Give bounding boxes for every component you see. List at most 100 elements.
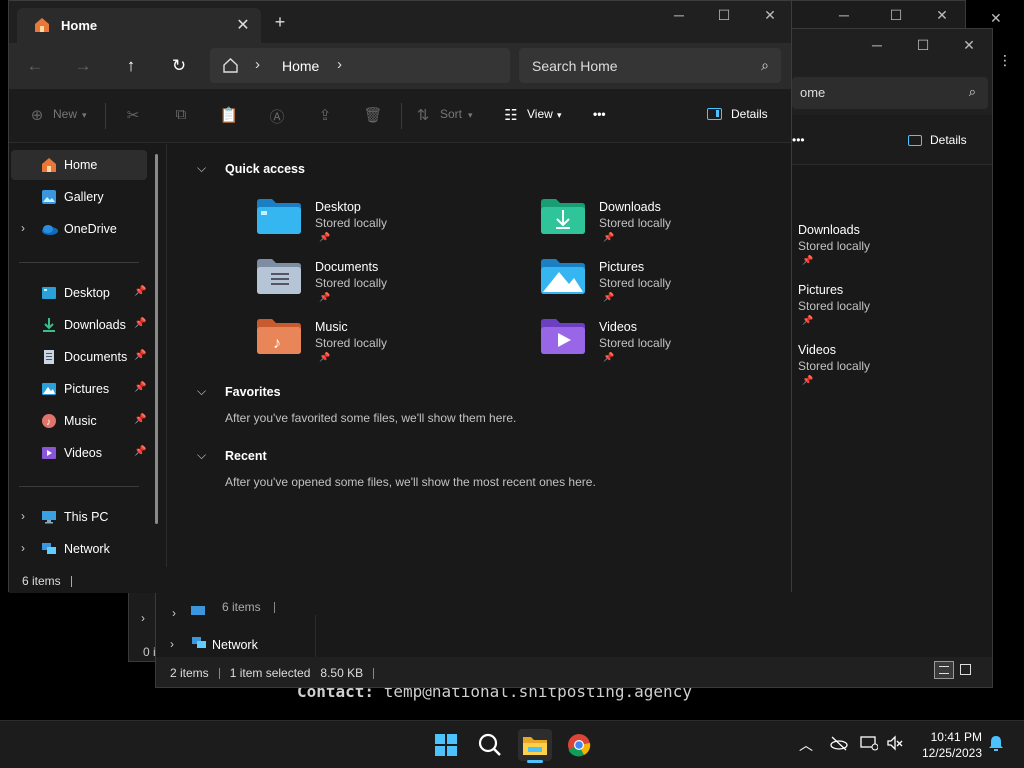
search-input[interactable]: Search Home ⌕ xyxy=(519,48,781,83)
minimize-button[interactable]: ─ xyxy=(821,1,867,29)
pin-icon[interactable]: 📌 xyxy=(134,382,146,393)
collapse-chevron-icon[interactable]: ⌵ xyxy=(197,448,206,463)
expand-chevron[interactable]: › xyxy=(170,637,174,651)
tab-close-icon[interactable]: ✕ xyxy=(233,15,253,35)
kebab-menu-icon[interactable]: ⋮ xyxy=(998,52,1012,69)
sort-button[interactable]: Sort xyxy=(440,107,462,121)
back-arrow-icon[interactable]: ← xyxy=(21,52,49,80)
sidebar-item-pictures[interactable]: Pictures 📌 xyxy=(11,374,147,404)
tab-home[interactable]: Home ✕ xyxy=(17,8,261,43)
search-button[interactable] xyxy=(473,729,507,761)
more-button[interactable]: ••• xyxy=(792,133,805,147)
close-button[interactable]: ✕ xyxy=(919,1,965,29)
sidebar-item-desktop[interactable]: Desktop 📌 xyxy=(11,278,147,308)
close-button[interactable]: ✕ xyxy=(946,31,992,59)
share-icon[interactable]: ⇪ xyxy=(315,106,335,124)
details-button[interactable]: Details xyxy=(908,133,967,147)
tiles-view-button[interactable] xyxy=(956,661,976,679)
network-icon xyxy=(192,637,206,649)
quick-access-item-music[interactable]: ♪ Music Stored locally 📌 xyxy=(257,318,497,370)
show-hidden-icons-chevron[interactable]: ︿ xyxy=(799,735,813,755)
sidebar-scrollbar[interactable] xyxy=(155,154,158,524)
address-bar[interactable]: › Home › xyxy=(210,48,510,83)
cut-icon[interactable]: ✂ xyxy=(123,106,143,124)
far-window-close-icon[interactable]: ✕ xyxy=(990,10,1002,27)
expand-chevron[interactable]: › xyxy=(141,611,145,625)
quick-access-item-downloads[interactable]: Downloads Stored locally 📌 xyxy=(541,198,781,250)
expand-chevron-icon[interactable]: › xyxy=(21,541,25,555)
sidebar-item-network[interactable]: › Network xyxy=(11,534,147,564)
item-name[interactable]: Downloads xyxy=(798,223,860,237)
status-selected: 1 item selected xyxy=(229,666,311,680)
details-button[interactable]: Details xyxy=(731,107,768,121)
refresh-icon[interactable]: ↻ xyxy=(165,52,193,80)
sidebar-item-downloads[interactable]: Downloads 📌 xyxy=(11,310,147,340)
breadcrumb-chevron-icon[interactable]: › xyxy=(255,56,260,73)
expand-chevron-icon[interactable]: › xyxy=(21,221,25,235)
expand-chevron[interactable]: › xyxy=(172,606,176,620)
status-size: 8.50 KB xyxy=(320,666,364,680)
pin-icon[interactable]: 📌 xyxy=(134,286,146,297)
pictures-folder-icon xyxy=(541,258,585,294)
copy-icon[interactable]: ⧉ xyxy=(171,106,191,123)
onedrive-offline-icon[interactable] xyxy=(829,735,849,754)
breadcrumb-chevron-icon[interactable]: › xyxy=(337,56,342,73)
recent-empty-message: After you've opened some files, we'll sh… xyxy=(225,475,596,489)
status-item-count: 6 items xyxy=(22,574,61,588)
collapse-chevron-icon[interactable]: ⌵ xyxy=(197,384,206,399)
up-arrow-icon[interactable]: ↑ xyxy=(117,52,145,80)
sidebar-item-network[interactable]: Network xyxy=(212,638,258,652)
delete-icon[interactable]: 🗑 xyxy=(363,106,383,124)
sidebar-item-music[interactable]: ♪ Music 📌 xyxy=(11,406,147,436)
pin-icon: 📌 xyxy=(603,352,615,362)
minimize-button[interactable]: ─ xyxy=(656,1,702,29)
minimize-button[interactable]: ─ xyxy=(854,31,900,59)
quick-access-item-pictures[interactable]: Pictures Stored locally 📌 xyxy=(541,258,781,310)
start-button[interactable] xyxy=(429,729,463,761)
new-tab-button[interactable]: + xyxy=(269,12,291,33)
quick-access-item-documents[interactable]: Documents Stored locally 📌 xyxy=(257,258,497,310)
folder-icon xyxy=(523,737,547,755)
rename-icon[interactable]: Ⓐ xyxy=(267,106,287,127)
maximize-button[interactable]: ☐ xyxy=(873,1,919,29)
search-icon: ⌕ xyxy=(968,84,976,99)
item-name[interactable]: Videos xyxy=(798,343,836,357)
more-options-button[interactable]: ••• xyxy=(593,107,606,121)
new-button[interactable]: New xyxy=(53,107,77,121)
system-clock[interactable]: 10:41 PM 12/25/2023 xyxy=(918,729,982,761)
sort-chevron-icon: ▾ xyxy=(468,110,473,120)
view-button[interactable]: View xyxy=(527,107,553,121)
sidebar-item-onedrive[interactable]: › OneDrive xyxy=(11,214,147,244)
paste-icon[interactable]: 📋 xyxy=(219,106,239,124)
details-view-button[interactable] xyxy=(934,661,954,679)
pin-icon[interactable]: 📌 xyxy=(134,446,146,457)
pin-icon[interactable]: 📌 xyxy=(134,414,146,425)
maximize-button[interactable]: ☐ xyxy=(701,1,747,29)
maximize-button[interactable]: ☐ xyxy=(900,31,946,59)
quick-access-item-videos[interactable]: Videos Stored locally 📌 xyxy=(541,318,781,370)
pin-icon[interactable]: 📌 xyxy=(134,318,146,329)
this-pc-icon xyxy=(191,606,205,618)
breadcrumb-home[interactable]: Home xyxy=(282,58,319,74)
quick-access-item-desktop[interactable]: Desktop Stored locally 📌 xyxy=(257,198,497,250)
collapse-chevron-icon[interactable]: ⌵ xyxy=(197,161,206,176)
sort-icon: ⇅ xyxy=(416,107,430,124)
expand-chevron-icon[interactable]: › xyxy=(21,509,25,523)
pin-icon[interactable]: 📌 xyxy=(134,350,146,361)
sidebar-item-home[interactable]: Home xyxy=(11,150,147,180)
forward-arrow-icon[interactable]: → xyxy=(69,52,97,80)
item-name[interactable]: Pictures xyxy=(798,283,843,297)
notification-bell-icon[interactable] xyxy=(988,735,1004,754)
music-folder-icon: ♪ xyxy=(257,318,301,354)
file-explorer-taskbar-button[interactable] xyxy=(518,729,552,761)
close-button[interactable]: ✕ xyxy=(747,1,793,29)
sidebar-item-this-pc[interactable]: › This PC xyxy=(11,502,147,532)
back-window-status: 6 items xyxy=(222,600,276,614)
sidebar-item-documents[interactable]: Documents 📌 xyxy=(11,342,147,372)
volume-muted-icon[interactable] xyxy=(886,735,904,754)
display-icon[interactable] xyxy=(860,735,879,754)
chrome-taskbar-button[interactable] xyxy=(562,729,596,761)
sidebar-item-videos[interactable]: Videos 📌 xyxy=(11,438,147,468)
sidebar-item-gallery[interactable]: Gallery xyxy=(11,182,147,212)
search-input[interactable]: ome ⌕ xyxy=(792,77,988,109)
